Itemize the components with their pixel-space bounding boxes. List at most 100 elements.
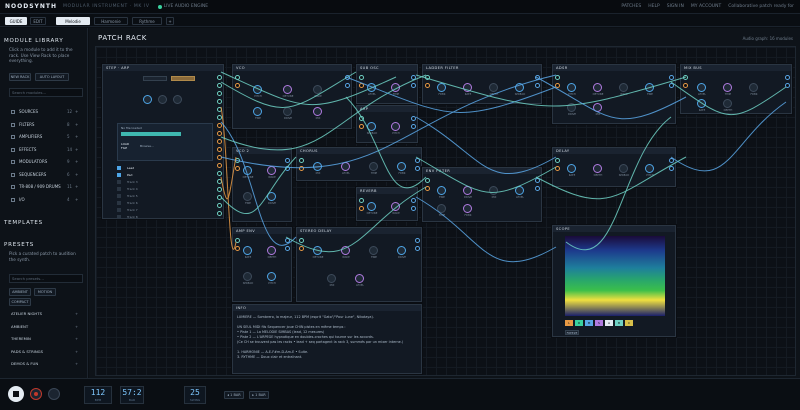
knob-control[interactable] (283, 107, 292, 116)
knob-control[interactable] (283, 85, 292, 94)
seq-browse[interactable]: Browse... (140, 144, 154, 148)
input-jack[interactable] (359, 206, 364, 211)
output-jack[interactable] (415, 166, 420, 171)
input-jack[interactable] (359, 124, 364, 129)
input-jack[interactable] (555, 158, 560, 163)
output-jack[interactable] (217, 131, 222, 136)
module-ladder-filter[interactable]: LADDER FILTER FDBK RATE DEPTH SPREAD (422, 64, 542, 104)
output-jack[interactable] (217, 195, 222, 200)
tab-edit[interactable]: EDIT (30, 17, 46, 25)
output-jack[interactable] (415, 238, 420, 243)
tab-guide[interactable]: GUIDE (5, 17, 27, 25)
track-toggle-icon[interactable] (117, 180, 121, 184)
nav-account[interactable]: MY ACCOUNT (691, 4, 721, 9)
input-jack[interactable] (235, 75, 240, 80)
output-jack[interactable] (217, 115, 222, 120)
knob-control[interactable] (567, 103, 576, 112)
knob-control[interactable] (369, 162, 378, 171)
track-toggle-icon[interactable] (117, 201, 121, 205)
module-arp[interactable]: ARP SPREAD PITCH (356, 105, 418, 143)
knob-control[interactable] (267, 166, 276, 175)
output-jack[interactable] (217, 187, 222, 192)
track-row[interactable]: Track 8 (117, 214, 213, 220)
output-jack[interactable] (217, 139, 222, 144)
module-scope[interactable]: SCOPE LRMSABC FREEZE (552, 225, 676, 337)
output-jack[interactable] (411, 124, 416, 129)
seq-pattern-a[interactable] (143, 76, 167, 81)
output-jack[interactable] (415, 246, 420, 251)
knob-control[interactable] (397, 246, 406, 255)
nav-patches[interactable]: PATCHES (621, 4, 641, 9)
output-jack[interactable] (411, 198, 416, 203)
track-row[interactable]: Track 3 (117, 179, 213, 185)
filter-compact[interactable]: COMPACT (9, 298, 31, 306)
filter-ambient[interactable]: AMBIENT (9, 288, 31, 296)
knob-control[interactable] (567, 83, 576, 92)
track-toggle-icon[interactable] (117, 194, 121, 198)
track-row[interactable]: Track 4 (117, 186, 213, 192)
track-toggle-icon[interactable] (117, 208, 121, 212)
knob-control[interactable] (463, 83, 472, 92)
new-rack-button[interactable]: NEW RACK (9, 73, 31, 81)
category-tr-808-909-drums[interactable]: TR-808 / 909 DRUMS 11 + (11, 183, 81, 191)
back-bar-button[interactable]: ◂ 1 BAR (224, 391, 244, 399)
module-delay[interactable]: DELAY RATE DEPTH SPREAD PITCH (552, 147, 676, 187)
preset-item[interactable]: PADS & STRINGS + (11, 348, 81, 356)
output-jack[interactable] (669, 75, 674, 80)
track-toggle-icon[interactable] (117, 215, 121, 219)
output-jack[interactable] (669, 166, 674, 171)
knob-control[interactable] (243, 192, 252, 201)
knob-control[interactable] (723, 83, 732, 92)
input-jack[interactable] (425, 186, 430, 191)
swing-display[interactable]: 25 SWING (184, 386, 206, 404)
input-jack[interactable] (425, 178, 430, 183)
input-jack[interactable] (299, 246, 304, 251)
output-jack[interactable] (217, 107, 222, 112)
preset-search-input[interactable]: Search presets... (9, 274, 83, 283)
category-amplifiers[interactable]: AMPLIFIERS 5 + (11, 133, 81, 141)
track-row[interactable]: Track 6 (117, 200, 213, 206)
scope-legend-item[interactable]: C (625, 320, 633, 326)
knob-control[interactable] (619, 83, 628, 92)
patch-cable[interactable] (415, 116, 557, 174)
output-jack[interactable] (411, 116, 416, 121)
input-jack[interactable] (683, 75, 688, 80)
seq-tempo-knob[interactable] (143, 95, 152, 104)
input-jack[interactable] (235, 238, 240, 243)
output-jack[interactable] (415, 158, 420, 163)
knob-control[interactable] (723, 99, 732, 108)
scope-legend-item[interactable]: R (575, 320, 583, 326)
category-filters[interactable]: FILTERS 8 + (11, 121, 81, 129)
module-mix-bus[interactable]: MIX BUS LEVEL TIME FDBK RATE DEPTH (680, 64, 792, 114)
input-jack[interactable] (555, 166, 560, 171)
knob-control[interactable] (367, 122, 376, 131)
nav-help[interactable]: HELP (648, 4, 659, 9)
knob-control[interactable] (313, 246, 322, 255)
knob-control[interactable] (267, 192, 276, 201)
scope-legend-item[interactable]: L (565, 320, 573, 326)
output-jack[interactable] (535, 75, 540, 80)
knob-control[interactable] (341, 246, 350, 255)
output-jack[interactable] (535, 83, 540, 88)
output-jack[interactable] (217, 147, 222, 152)
knob-control[interactable] (267, 246, 276, 255)
module-adsr[interactable]: ADSR PITCH DETUNE WAVE FINE DRIVE MIX (552, 64, 676, 124)
preset-item[interactable]: DEMOS & FUN + (11, 360, 81, 368)
preset-item[interactable]: THEREMIN + (11, 335, 81, 343)
module-amp-env[interactable]: AMP ENV RATE DEPTH SPREAD PITCH (232, 227, 292, 302)
output-jack[interactable] (217, 99, 222, 104)
module-chorus[interactable]: CHORUS MIX LEVEL TIME FDBK (296, 147, 422, 181)
knob-control[interactable] (463, 204, 472, 213)
knob-control[interactable] (437, 186, 446, 195)
seq-load-file[interactable]: LOAD FILE (121, 142, 133, 150)
knob-control[interactable] (463, 186, 472, 195)
knob-control[interactable] (391, 83, 400, 92)
category-i-o[interactable]: I/O 4 + (11, 196, 81, 204)
knob-control[interactable] (489, 186, 498, 195)
input-jack[interactable] (359, 198, 364, 203)
knob-control[interactable] (355, 274, 364, 283)
output-jack[interactable] (285, 166, 290, 171)
knob-control[interactable] (267, 272, 276, 281)
add-scene-button[interactable]: + (166, 17, 174, 25)
input-jack[interactable] (299, 166, 304, 171)
